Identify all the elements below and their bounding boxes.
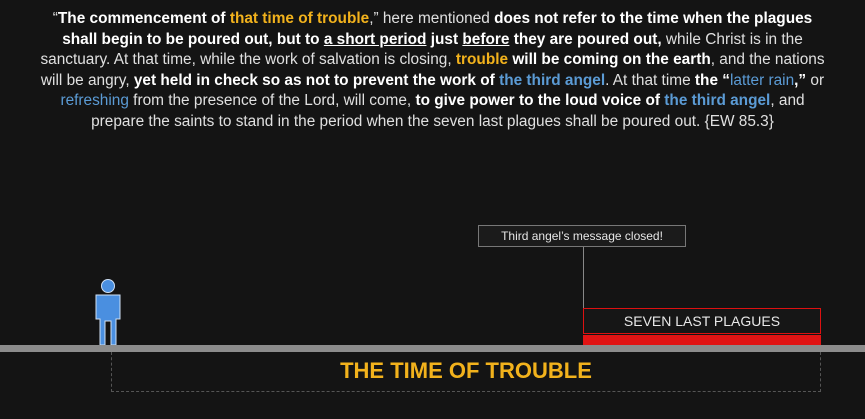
quote-segment: the “ — [694, 71, 730, 89]
quote-segment: or — [810, 71, 825, 89]
quote-segment: just — [426, 30, 463, 48]
quote-segment: trouble — [455, 51, 509, 68]
quote-segment: the third angel — [664, 92, 771, 109]
quote-segment: a short period — [323, 30, 427, 48]
plagues-bar — [583, 335, 821, 345]
quote-segment: before — [462, 30, 510, 48]
person-icon — [95, 279, 121, 345]
timeline-ground — [0, 345, 865, 352]
quote-segment: they are poured out, — [509, 30, 662, 48]
quote-segment: the third angel — [499, 71, 606, 89]
callout-label: Third angel’s message closed! — [501, 229, 663, 243]
quote-segment: from the presence of the Lord, will come… — [128, 92, 416, 109]
quote-segment: The commencement of — [57, 10, 230, 27]
quote-segment: yet held in check so as not to prevent t… — [133, 71, 500, 89]
seven-last-plagues-box: SEVEN LAST PLAGUES — [583, 308, 821, 334]
time-of-trouble-label: THE TIME OF TROUBLE — [340, 358, 592, 383]
quote-segment: ,” — [794, 71, 811, 89]
quote-segment: that time of trouble — [229, 10, 370, 27]
plagues-label: SEVEN LAST PLAGUES — [623, 313, 781, 329]
quote-segment: refreshing — [60, 92, 129, 109]
quote-segment: to give power to the loud voice of — [415, 92, 665, 109]
quote-segment: will be coming on the earth — [508, 51, 711, 68]
quote-segment: . At that time — [605, 71, 695, 89]
quote-segment: ,” here mentioned — [369, 10, 495, 27]
quote-segment: latter rain — [729, 71, 795, 89]
callout-connector — [583, 247, 584, 309]
callout-third-angel: Third angel’s message closed! — [478, 225, 686, 247]
quote-text: “The commencement of that time of troubl… — [40, 9, 825, 132]
